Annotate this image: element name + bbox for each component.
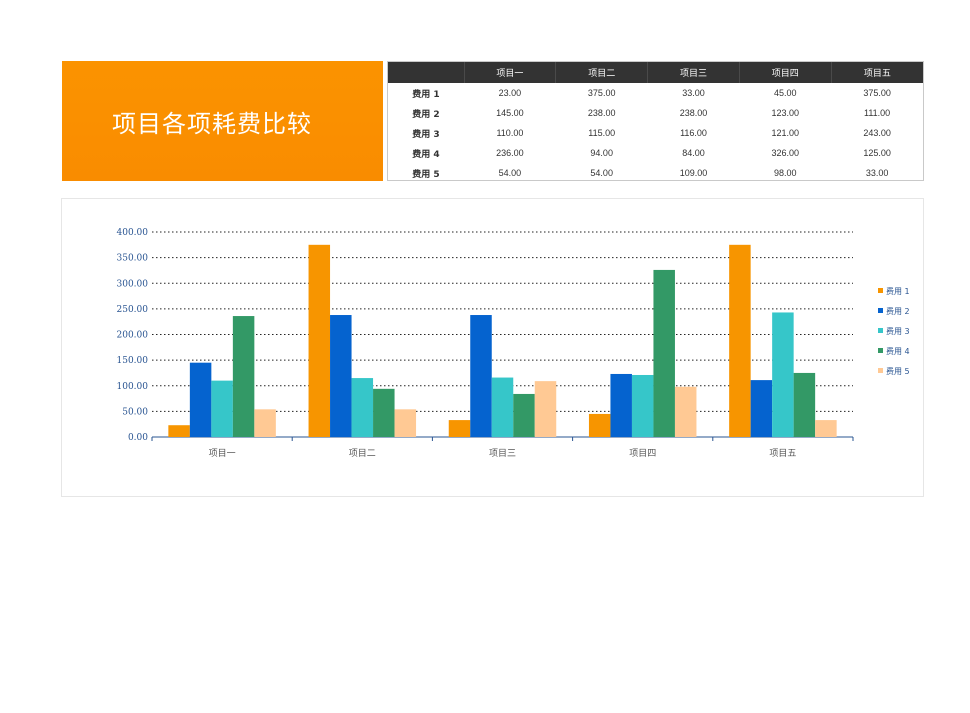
table-cell: 115.00 — [588, 128, 616, 138]
bar — [189, 362, 212, 437]
table-cell: 54.00 — [590, 168, 613, 178]
bar — [631, 374, 654, 437]
legend-label: 费用 3 — [886, 326, 910, 336]
table-cell: 145.00 — [496, 108, 524, 118]
row-label: 费用 3 — [412, 129, 440, 140]
bar — [491, 377, 514, 437]
table-cell: 116.00 — [680, 128, 707, 138]
bar — [394, 409, 417, 437]
table-cell: 375.00 — [863, 88, 891, 98]
y-tick-label: 150.00 — [117, 356, 149, 366]
table-cell: 236.00 — [496, 148, 524, 158]
bar — [448, 420, 471, 437]
table-cell: 33.00 — [865, 168, 889, 178]
x-tick-label: 项目一 — [209, 448, 236, 459]
legend-label: 费用 2 — [886, 306, 910, 316]
legend-label: 费用 4 — [886, 346, 910, 356]
y-tick-label: 300.00 — [117, 279, 149, 289]
table-cell: 98.00 — [774, 168, 797, 178]
bar — [211, 380, 233, 437]
legend-label: 费用 5 — [886, 366, 910, 376]
row-label: 费用 4 — [412, 149, 440, 160]
bar — [750, 380, 773, 437]
bar — [653, 269, 675, 437]
bar — [308, 244, 331, 437]
header-cell: 项目二 — [555, 62, 649, 83]
header-cell: 项目四 — [739, 62, 832, 83]
row-label: 费用 5 — [412, 169, 440, 180]
header-cell: 项目一 — [464, 62, 557, 83]
bar — [729, 244, 751, 437]
table-cell: 45.00 — [774, 88, 797, 98]
table-row: 费用 2 145.00 238.00 238.00 123.00 111.00 — [388, 103, 923, 123]
bar — [373, 388, 395, 437]
table-cell: 375.00 — [587, 88, 616, 98]
bar — [470, 315, 492, 437]
table-cell: 94.00 — [590, 148, 613, 158]
page-title: 项目各项耗费比较 — [112, 109, 312, 138]
header-cell: 项目三 — [647, 62, 740, 83]
x-tick-label: 项目四 — [629, 448, 656, 459]
table-cell: 125.00 — [863, 148, 891, 158]
bar — [232, 316, 255, 437]
table-cell: 238.00 — [679, 108, 708, 118]
bar — [351, 378, 374, 437]
x-tick-label: 项目三 — [489, 448, 516, 459]
x-tick-label: 项目五 — [769, 448, 796, 459]
table-row: 费用 3 110.00 115.00 116.00 121.00 243.00 — [388, 123, 923, 143]
table-row: 费用 1 23.00 375.00 33.00 45.00 375.00 — [388, 83, 923, 103]
title-banner: 项目各项耗费比较 — [62, 61, 383, 181]
bar — [534, 381, 557, 437]
table-cell: 111.00 — [863, 108, 891, 118]
header-cell: 项目五 — [831, 62, 923, 83]
table-cell: 54.00 — [498, 168, 522, 178]
bar — [513, 393, 535, 437]
row-label: 费用 2 — [412, 109, 440, 120]
table-row: 费用 4 236.00 94.00 84.00 326.00 125.00 — [388, 143, 923, 163]
chart-panel: 0.00 50.00 100.00 150.00 200.00 250.00 300.00 3… — [61, 198, 924, 497]
y-tick-label: 200.00 — [117, 331, 149, 341]
bar-chart: 0.00 50.00 100.00 150.00 200.00 250.00 300.00 3… — [117, 228, 910, 459]
bar — [588, 413, 611, 437]
bar — [793, 372, 816, 437]
table-header-row: 项目一 项目二 项目三 项目四 项目五 — [388, 62, 923, 83]
bar — [674, 386, 697, 437]
row-label: 费用 1 — [412, 89, 440, 100]
table-cell: 23.00 — [498, 88, 522, 98]
data-table: 项目一 项目二 项目三 项目四 项目五 费用 1 23.00 375.00 33… — [387, 61, 924, 181]
bar — [254, 409, 276, 437]
y-tick-label: 400.00 — [117, 228, 149, 238]
legend-swatch — [878, 288, 883, 293]
legend-swatch — [878, 328, 883, 333]
legend-swatch — [878, 368, 883, 373]
cost-table: 项目一 项目二 项目三 项目四 项目五 费用 1 23.00 375.00 33… — [388, 62, 923, 180]
table-cell: 326.00 — [771, 148, 800, 158]
y-tick-label: 100.00 — [117, 382, 149, 392]
bar — [330, 315, 352, 437]
header-corner — [388, 62, 465, 83]
table-cell: 33.00 — [682, 88, 705, 98]
bar — [168, 425, 190, 437]
y-tick-label: 350.00 — [117, 254, 149, 264]
table-cell: 109.00 — [679, 168, 708, 178]
y-tick-label: 250.00 — [117, 305, 149, 315]
legend-swatch — [878, 348, 883, 353]
table-row: 费用 5 54.00 54.00 109.00 98.00 33.00 — [388, 163, 923, 180]
y-tick-label: 50.00 — [122, 407, 148, 417]
table-cell: 243.00 — [863, 128, 891, 138]
x-tick-label: 项目二 — [349, 448, 376, 459]
legend-label: 费用 1 — [886, 286, 910, 296]
table-cell: 121.00 — [771, 128, 800, 138]
table-cell: 84.00 — [682, 148, 705, 158]
bar — [772, 312, 794, 437]
table-cell: 238.00 — [587, 108, 616, 118]
bar — [610, 373, 632, 437]
table-cell: 110.00 — [496, 128, 524, 138]
table-cell: 123.00 — [771, 108, 800, 118]
y-tick-label: 0.00 — [128, 433, 148, 443]
legend-swatch — [878, 308, 883, 313]
bar — [815, 420, 837, 437]
